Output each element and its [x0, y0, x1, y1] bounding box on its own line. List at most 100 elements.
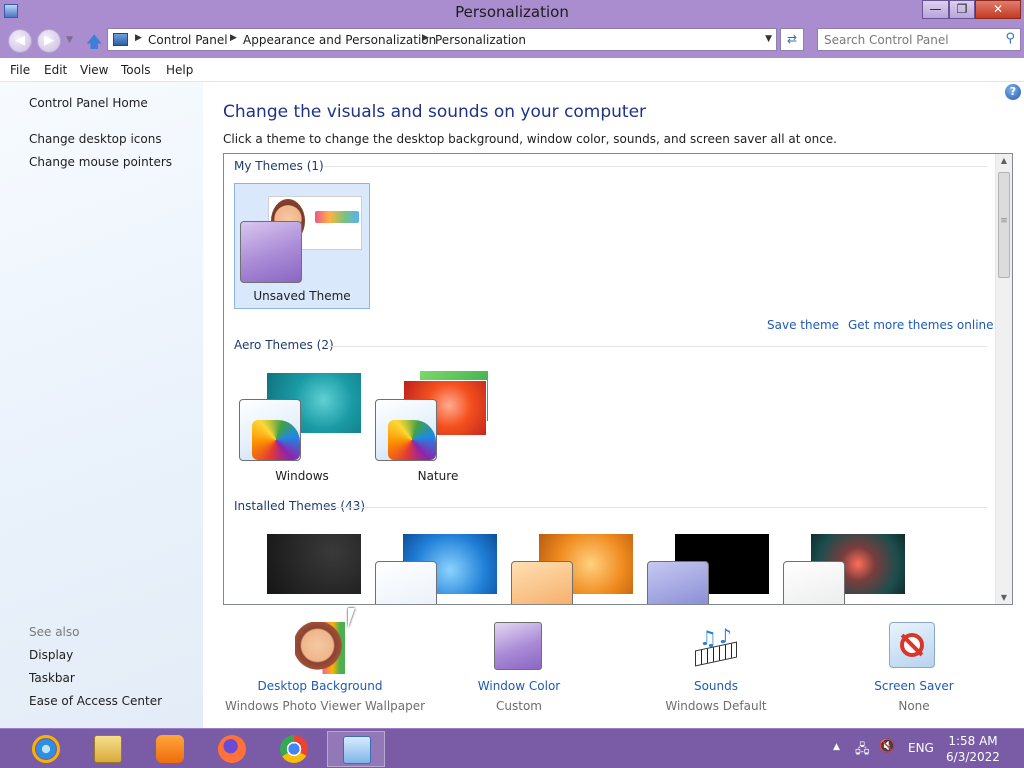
clock-time: 1:58 AM [948, 734, 998, 748]
refresh-icon: ⇄ [786, 32, 798, 46]
address-dropdown-icon[interactable]: ▼ [765, 34, 772, 44]
desktop-background-icon [295, 622, 345, 674]
color-palette-icon [388, 420, 436, 460]
mouse-pointer-icon [348, 608, 355, 628]
taskbar-chrome[interactable] [265, 731, 323, 767]
theme-installed-2[interactable] [370, 524, 506, 604]
taskbar-link[interactable]: Taskbar [29, 671, 75, 685]
menu-tools[interactable]: Tools [121, 63, 151, 77]
breadcrumb-separator-icon[interactable]: ▶ [422, 33, 429, 43]
menu-help[interactable]: Help [166, 63, 193, 77]
screen-saver-label[interactable]: Screen Saver [819, 679, 1009, 693]
window-color-swatch [240, 221, 302, 283]
title-bar: Personalization — ❐ ✕ [0, 0, 1024, 25]
control-panel-icon [113, 33, 128, 46]
menu-file[interactable]: File [10, 63, 30, 77]
task-pane: Control Panel Home Change desktop icons … [0, 82, 203, 728]
window-color-label[interactable]: Window Color [424, 679, 614, 693]
breadcrumb-control-panel[interactable]: Control Panel [148, 33, 228, 47]
sounds-value: Windows Default [665, 699, 767, 713]
network-icon[interactable]: 🖧 [855, 740, 870, 762]
save-theme-link[interactable]: Save theme [767, 318, 839, 332]
theme-list-scrollbar[interactable]: ▲ ▼ [995, 154, 1012, 604]
minimize-button[interactable]: — [922, 0, 949, 19]
maximize-button[interactable]: ❐ [949, 0, 975, 19]
group-divider [324, 346, 987, 347]
sounds-icon: ♫ ♪ [691, 624, 739, 670]
volume-muted-icon[interactable]: 🔇 [879, 739, 895, 754]
taskbar-firefox[interactable] [203, 731, 261, 767]
group-divider [324, 507, 987, 508]
change-mouse-pointers-link[interactable]: Change mouse pointers [29, 155, 172, 169]
navigation-bar: ◀ ▶ ▼ 🡅 ▶ Control Panel ▶ Appearance and… [0, 25, 1024, 58]
window-title: Personalization [455, 3, 569, 21]
theme-name: Windows [275, 469, 329, 483]
color-palette-icon [252, 420, 300, 460]
window-color-swatch [511, 561, 573, 604]
breadcrumb-personalization[interactable]: Personalization [435, 33, 526, 47]
display-link[interactable]: Display [29, 648, 73, 662]
ease-of-access-center-link[interactable]: Ease of Access Center [29, 694, 162, 708]
internet-explorer-icon [32, 735, 60, 763]
scroll-up-icon[interactable]: ▲ [996, 156, 1012, 165]
forward-button[interactable]: ▶ [37, 29, 61, 53]
get-more-themes-link[interactable]: Get more themes online [848, 318, 994, 332]
window-color-swatch [375, 561, 437, 604]
help-icon[interactable]: ? [1005, 84, 1021, 100]
theme-installed-1[interactable] [234, 524, 370, 604]
refresh-button[interactable]: ⇄ [780, 28, 804, 51]
recent-locations-dropdown[interactable]: ▼ [66, 35, 73, 45]
close-icon: ✕ [992, 2, 1004, 16]
taskbar: ▲ 🖧 🔇 ENG 1:58 AM 6/3/2022 [0, 728, 1024, 768]
see-also-heading: See also [29, 625, 80, 639]
screen-saver-value: None [898, 699, 930, 713]
taskbar-internet-explorer[interactable] [17, 731, 75, 767]
breadcrumb-appearance[interactable]: Appearance and Personalization [243, 33, 436, 47]
taskbar-control-panel[interactable] [327, 731, 385, 767]
desktop-background-label[interactable]: Desktop Background [225, 679, 415, 693]
address-bar[interactable]: ▶ Control Panel ▶ Appearance and Persona… [107, 28, 777, 51]
dark-wallpaper-thumbnail [267, 534, 361, 594]
scroll-down-icon[interactable]: ▼ [996, 593, 1012, 602]
uc-browser-icon [156, 735, 184, 763]
control-panel-icon [343, 736, 371, 764]
menu-bar: File Edit View Tools Help [0, 58, 1024, 82]
search-input[interactable] [824, 32, 996, 48]
control-panel-home-link[interactable]: Control Panel Home [29, 96, 148, 110]
menu-view[interactable]: View [80, 63, 108, 77]
window-color-icon [494, 622, 542, 670]
breadcrumb-separator-icon[interactable]: ▶ [135, 33, 142, 43]
back-button[interactable]: ◀ [8, 29, 32, 53]
desktop-background-value: Windows Photo Viewer Wallpaper [225, 699, 426, 713]
up-one-level-button[interactable]: 🡅 [86, 31, 102, 58]
theme-nature[interactable]: Nature [370, 362, 506, 488]
sounds-label[interactable]: Sounds [621, 679, 811, 693]
theme-name: Unsaved Theme [253, 289, 351, 303]
theme-installed-4[interactable] [642, 524, 778, 604]
menu-edit[interactable]: Edit [44, 63, 67, 77]
taskbar-uc-browser[interactable] [141, 731, 199, 767]
group-aero-themes: Aero Themes (2) [234, 338, 334, 352]
page-title: Change the visuals and sounds on your co… [223, 102, 647, 122]
taskbar-file-explorer[interactable] [79, 731, 137, 767]
show-hidden-icons-icon[interactable]: ▲ [833, 742, 840, 752]
search-box[interactable]: ⚲ [817, 28, 1021, 51]
theme-installed-5[interactable] [778, 524, 914, 604]
firefox-icon [218, 735, 246, 763]
theme-unsaved-theme[interactable]: Unsaved Theme [234, 183, 370, 309]
change-desktop-icons-link[interactable]: Change desktop icons [29, 132, 162, 146]
minimize-icon: — [929, 2, 942, 16]
group-my-themes: My Themes (1) [234, 159, 324, 173]
theme-windows[interactable]: Windows [234, 362, 370, 488]
theme-name: Nature [417, 469, 459, 483]
search-icon[interactable]: ⚲ [1005, 31, 1015, 46]
theme-installed-3[interactable] [506, 524, 642, 604]
main-content: ? Change the visuals and sounds on your … [203, 82, 1024, 728]
breadcrumb-separator-icon[interactable]: ▶ [230, 33, 237, 43]
scrollbar-thumb[interactable] [998, 172, 1010, 278]
clock[interactable]: 1:58 AM 6/3/2022 [930, 733, 1016, 765]
close-button[interactable]: ✕ [975, 0, 1021, 19]
maximize-icon: ❐ [956, 2, 968, 16]
theme-list[interactable]: My Themes (1) Unsaved Theme Save theme G… [223, 153, 1013, 605]
forward-arrow-icon: ▶ [44, 33, 54, 48]
